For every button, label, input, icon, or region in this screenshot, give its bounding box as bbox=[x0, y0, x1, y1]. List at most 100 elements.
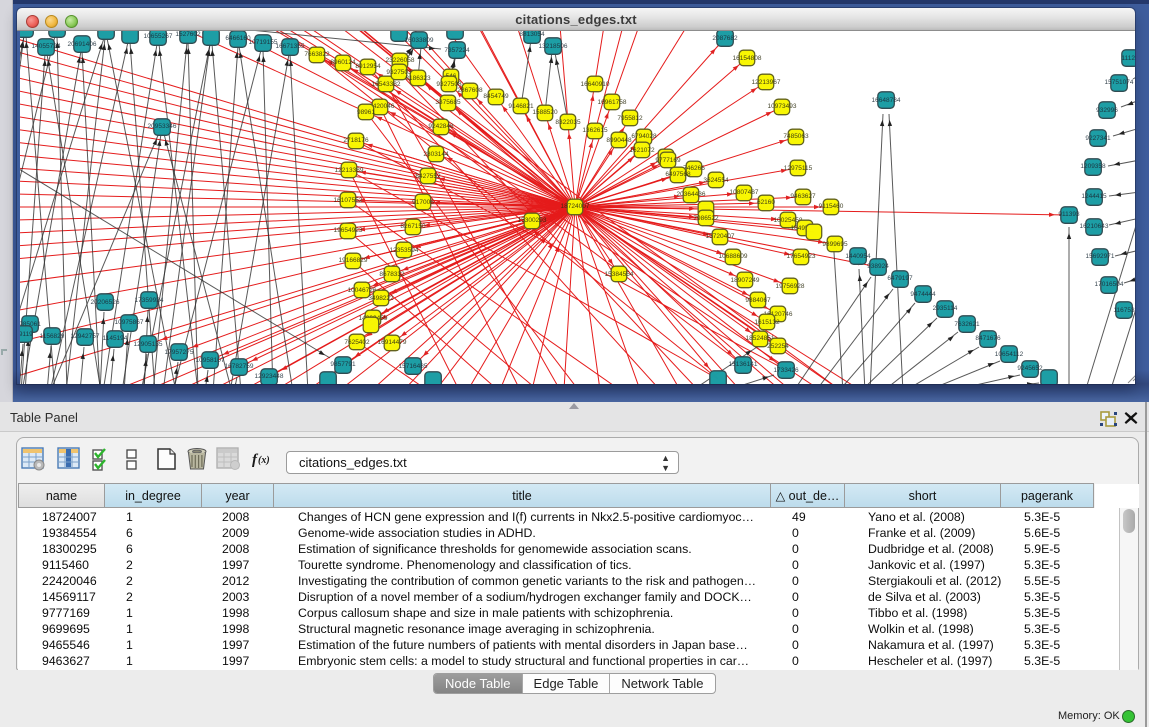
svg-text:12213389: 12213389 bbox=[335, 167, 364, 174]
svg-text:20953346: 20953346 bbox=[148, 123, 177, 130]
svg-text:62160: 62160 bbox=[757, 199, 775, 206]
svg-text:2935114: 2935114 bbox=[933, 305, 958, 312]
svg-text:7955812: 7955812 bbox=[617, 115, 643, 122]
svg-text:16107552: 16107552 bbox=[334, 197, 363, 204]
svg-text:8267150: 8267150 bbox=[400, 223, 426, 230]
svg-text:18724007: 18724007 bbox=[561, 203, 590, 210]
svg-text:10958107: 10958107 bbox=[196, 357, 225, 364]
svg-text:9242848: 9242848 bbox=[428, 123, 454, 130]
svg-text:1615132: 1615132 bbox=[754, 319, 780, 326]
svg-text:10975867: 10975867 bbox=[115, 319, 144, 326]
svg-text:1209358: 1209358 bbox=[1080, 163, 1106, 170]
svg-text:938924: 938924 bbox=[867, 263, 889, 270]
svg-text:6466160: 6466160 bbox=[225, 35, 251, 42]
svg-text:9115460: 9115460 bbox=[819, 203, 844, 210]
svg-text:13218506: 13218506 bbox=[539, 43, 568, 50]
svg-text:15384554: 15384554 bbox=[605, 271, 634, 278]
svg-text:9463627: 9463627 bbox=[790, 193, 816, 200]
svg-text:2718176: 2718176 bbox=[343, 137, 369, 144]
svg-text:9245652: 9245652 bbox=[1017, 365, 1043, 372]
svg-text:10046726: 10046726 bbox=[348, 287, 377, 294]
svg-text:12905135: 12905135 bbox=[134, 341, 163, 348]
svg-text:12353594: 12353594 bbox=[390, 247, 419, 254]
svg-text:12213967: 12213967 bbox=[752, 79, 781, 86]
svg-text:16671355: 16671355 bbox=[276, 43, 305, 50]
svg-text:8454749: 8454749 bbox=[483, 93, 509, 100]
svg-text:2087682: 2087682 bbox=[712, 35, 738, 42]
svg-text:10688609: 10688609 bbox=[719, 253, 748, 260]
svg-text:9857791: 9857791 bbox=[330, 361, 356, 368]
svg-text:18907249: 18907249 bbox=[731, 277, 760, 284]
svg-text:16782759: 16782759 bbox=[225, 363, 254, 370]
svg-text:3498222: 3498222 bbox=[368, 295, 394, 302]
svg-text:2867608: 2867608 bbox=[457, 87, 483, 94]
svg-text:17957275: 17957275 bbox=[165, 349, 194, 356]
svg-text:3624554: 3624554 bbox=[703, 177, 729, 184]
svg-text:7632621: 7632621 bbox=[954, 321, 980, 328]
svg-text:15136141: 15136141 bbox=[729, 361, 758, 368]
svg-text:17654923: 17654923 bbox=[787, 253, 816, 260]
svg-text:16648784: 16648784 bbox=[872, 97, 901, 104]
svg-text:9474444: 9474444 bbox=[910, 291, 936, 298]
svg-text:9884067: 9884067 bbox=[745, 297, 771, 304]
svg-text:14055724: 14055724 bbox=[32, 43, 61, 50]
svg-text:15300293: 15300293 bbox=[518, 217, 547, 224]
svg-text:3375685: 3375685 bbox=[435, 99, 461, 106]
svg-text:16210643: 16210643 bbox=[1080, 223, 1109, 230]
svg-text:8471676: 8471676 bbox=[975, 335, 1001, 342]
svg-text:6497568: 6497568 bbox=[665, 171, 691, 178]
svg-text:1145194: 1145194 bbox=[103, 335, 128, 342]
svg-text:19756928: 19756928 bbox=[776, 283, 805, 290]
svg-text:6479197: 6479197 bbox=[887, 275, 913, 282]
svg-text:9227341: 9227341 bbox=[1085, 135, 1111, 142]
svg-text:10973493: 10973493 bbox=[768, 103, 797, 110]
svg-text:8990448: 8990448 bbox=[606, 137, 632, 144]
svg-text:9899695: 9899695 bbox=[822, 241, 848, 248]
svg-text:16640910: 16640910 bbox=[581, 81, 610, 88]
svg-text:932996: 932996 bbox=[1096, 107, 1118, 114]
svg-text:19654923: 19654923 bbox=[334, 227, 363, 234]
svg-text:16914479: 16914479 bbox=[378, 339, 407, 346]
svg-text:17359924: 17359924 bbox=[135, 297, 164, 304]
svg-text:98961: 98961 bbox=[357, 109, 375, 116]
svg-text:8813054: 8813054 bbox=[519, 31, 545, 38]
svg-text:1733426: 1733426 bbox=[773, 367, 799, 374]
svg-text:8186323: 8186323 bbox=[405, 75, 431, 82]
svg-text:9146821: 9146821 bbox=[508, 103, 534, 110]
svg-text:23226058: 23226058 bbox=[386, 57, 415, 64]
svg-text:20691406: 20691406 bbox=[68, 41, 97, 48]
svg-text:8960124: 8960124 bbox=[330, 59, 356, 66]
svg-text:8678332: 8678332 bbox=[379, 271, 405, 278]
svg-text:8912954: 8912954 bbox=[355, 63, 381, 70]
svg-text:917006: 917006 bbox=[412, 199, 434, 206]
svg-text:11123: 11123 bbox=[1121, 55, 1135, 62]
svg-text:39119: 39119 bbox=[20, 331, 33, 338]
svg-text:20364436: 20364436 bbox=[677, 191, 706, 198]
svg-text:17016504: 17016504 bbox=[1095, 281, 1124, 288]
svg-text:1527602: 1527602 bbox=[175, 31, 201, 38]
svg-text:1244415: 1244415 bbox=[1081, 193, 1107, 200]
svg-text:1588520: 1588520 bbox=[532, 109, 558, 116]
svg-text:16961758: 16961758 bbox=[598, 99, 627, 106]
svg-text:7357224: 7357224 bbox=[444, 47, 470, 54]
svg-text:12923448: 12923448 bbox=[255, 373, 284, 380]
svg-text:7663822: 7663822 bbox=[304, 51, 330, 58]
svg-text:15751074: 15751074 bbox=[1105, 79, 1134, 86]
svg-text:16154808: 16154808 bbox=[733, 55, 762, 62]
svg-text:12975115: 12975115 bbox=[784, 165, 813, 172]
svg-text:1440954: 1440954 bbox=[845, 253, 871, 260]
svg-text:2803144: 2803144 bbox=[423, 151, 449, 158]
svg-text:1362615: 1362615 bbox=[582, 127, 608, 134]
svg-text:9777169: 9777169 bbox=[655, 157, 681, 164]
svg-text:7625402: 7625402 bbox=[344, 339, 370, 346]
svg-text:911393: 911393 bbox=[1058, 211, 1080, 218]
svg-text:20206526: 20206526 bbox=[91, 299, 120, 306]
svg-text:15692971: 15692971 bbox=[1086, 253, 1115, 260]
svg-text:16543382: 16543382 bbox=[372, 81, 401, 88]
svg-text:16033809: 16033809 bbox=[405, 37, 434, 44]
svg-text:(x): (x) bbox=[258, 455, 270, 466]
svg-text:12942757: 12942757 bbox=[71, 333, 100, 340]
svg-text:10655267: 10655267 bbox=[144, 33, 173, 40]
svg-text:1156829: 1156829 bbox=[40, 333, 65, 340]
svg-text:10807487: 10807487 bbox=[730, 189, 759, 196]
